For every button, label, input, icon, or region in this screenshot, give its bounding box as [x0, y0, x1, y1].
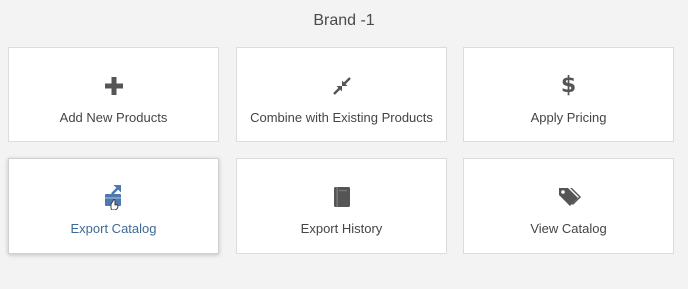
export-catalog-label: Export Catalog: [70, 221, 157, 236]
combine-existing-products-card[interactable]: Combine with Existing Products: [236, 47, 447, 142]
tags-icon: [464, 185, 673, 209]
export-catalog-icon: [9, 185, 218, 210]
add-new-products-label: Add New Products: [59, 110, 168, 125]
dollar-icon: $: [560, 73, 577, 98]
export-history-label: Export History: [300, 221, 383, 236]
page-title: Brand -1: [313, 12, 375, 29]
apply-pricing-label: Apply Pricing: [530, 110, 607, 125]
view-catalog-card[interactable]: View Catalog: [463, 158, 674, 254]
combine-existing-products-label: Combine with Existing Products: [250, 110, 433, 125]
view-catalog-label: View Catalog: [530, 221, 607, 236]
book-icon: [237, 185, 446, 209]
plus-icon: [9, 74, 218, 98]
export-history-card[interactable]: Export History: [236, 158, 447, 254]
export-catalog-card[interactable]: Export Catalog: [8, 158, 219, 254]
apply-pricing-card[interactable]: $ Apply Pricing: [463, 47, 674, 142]
add-new-products-card[interactable]: Add New Products: [8, 47, 219, 142]
compress-arrows-icon: [237, 74, 446, 98]
